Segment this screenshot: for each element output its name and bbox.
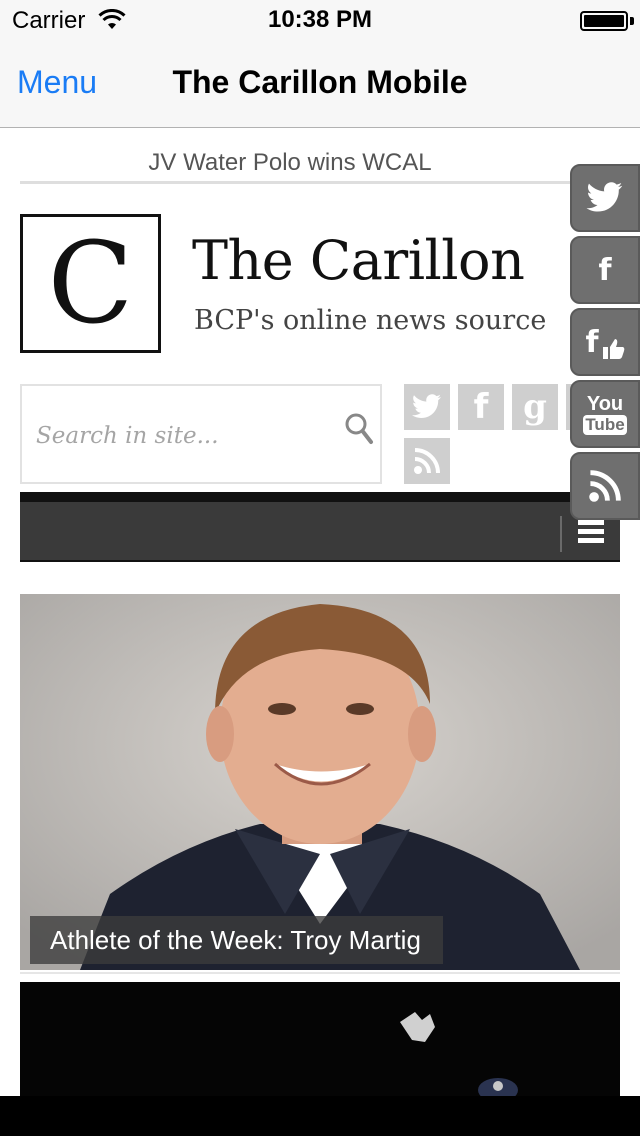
google-icon[interactable]: g xyxy=(512,384,558,430)
navigation-bar: Menu The Carillon Mobile xyxy=(0,40,640,128)
nav-title: The Carillon Mobile xyxy=(172,64,468,100)
ticker-divider xyxy=(20,181,580,184)
site-nav-border xyxy=(20,492,620,502)
second-article[interactable] xyxy=(20,982,620,1096)
site-tagline: BCP's online news source xyxy=(194,305,547,336)
bottom-toolbar xyxy=(0,1096,640,1136)
featured-article[interactable]: Athlete of the Week: Troy Martig xyxy=(20,594,620,970)
twitter-icon[interactable] xyxy=(570,164,640,232)
site-logo[interactable]: C xyxy=(20,214,161,353)
facebook-like-tab-label: f xyxy=(585,324,599,360)
youtube-tab-label-bottom: Tube xyxy=(583,414,627,435)
youtube-icon[interactable]: You Tube xyxy=(570,380,640,448)
youtube-tab-label-top: You xyxy=(586,392,624,415)
facebook-icon[interactable]: f xyxy=(458,384,504,430)
facebook-like-icon[interactable]: f xyxy=(570,308,640,376)
hamburger-icon[interactable] xyxy=(578,520,604,546)
facebook-tab-label: f xyxy=(598,252,612,288)
news-ticker[interactable]: JV Water Polo wins WCAL xyxy=(20,149,560,177)
thumbs-up-icon xyxy=(602,339,624,359)
rss-icon[interactable] xyxy=(570,452,640,520)
battery-icon xyxy=(580,11,628,31)
featured-article-caption[interactable]: Athlete of the Week: Troy Martig xyxy=(30,916,443,964)
web-content[interactable]: JV Water Polo wins WCAL C The Carillon B… xyxy=(0,129,640,1096)
status-time: 10:38 PM xyxy=(267,6,373,33)
logo-letter: C xyxy=(47,219,134,349)
battery-tip xyxy=(630,17,634,25)
article-divider xyxy=(20,972,620,974)
search-box xyxy=(20,384,382,484)
rss-icon[interactable] xyxy=(404,438,450,484)
search-input[interactable] xyxy=(36,416,326,456)
search-icon[interactable] xyxy=(344,412,374,446)
nav-divider xyxy=(560,516,562,552)
featured-article-photo xyxy=(20,594,620,970)
site-navigation-bar xyxy=(20,502,620,562)
second-article-photo xyxy=(20,982,620,1096)
facebook-icon[interactable]: f xyxy=(570,236,640,304)
twitter-icon[interactable] xyxy=(404,384,450,430)
site-title[interactable]: The Carillon xyxy=(192,229,525,292)
status-bar: Carrier 10:38 PM xyxy=(0,0,640,40)
